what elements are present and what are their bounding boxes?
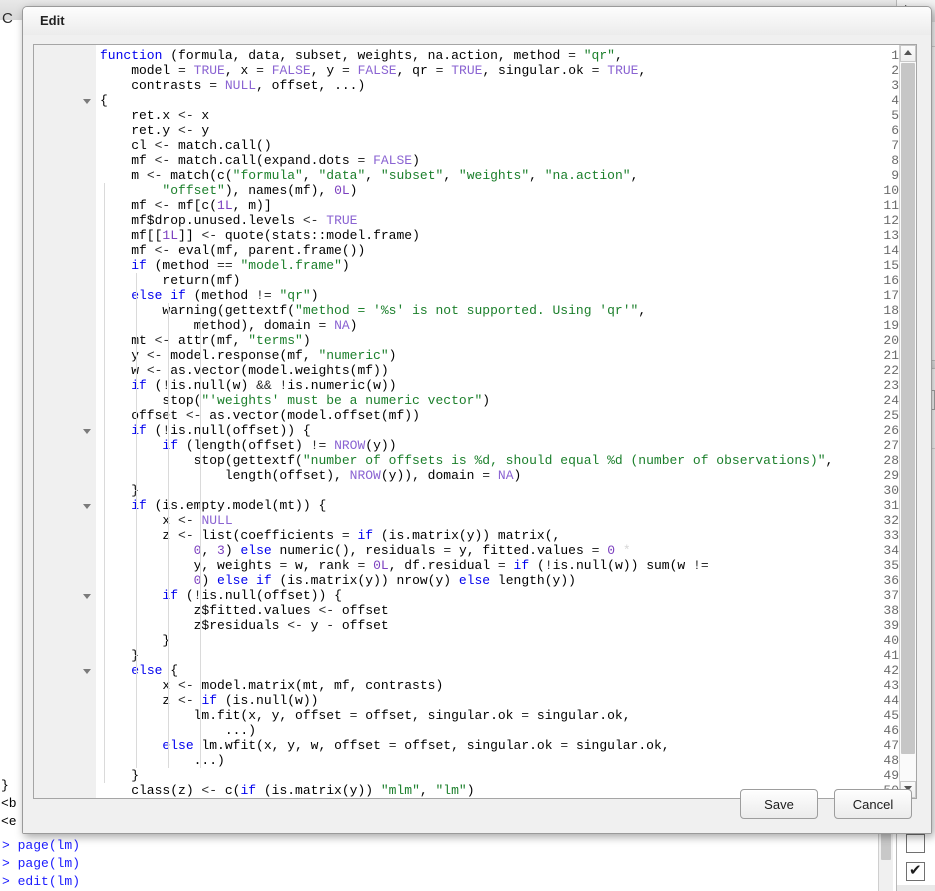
code-line[interactable]: ...) [100,753,225,768]
code-line[interactable]: } [100,648,139,663]
code-line[interactable]: stop("'weights' must be a numeric vector… [100,393,490,408]
code-line[interactable]: mt <- attr(mf, "terms") [100,333,310,348]
code-line[interactable]: contrasts = NULL, offset, ...) [100,78,365,93]
console-line: > edit(lm) [2,874,81,889]
code-line[interactable]: w <- as.vector(model.weights(mf)) [100,363,388,378]
cancel-button[interactable]: Cancel [834,789,912,819]
code-line[interactable]: method), domain = NA) [100,318,358,333]
code-line[interactable]: if (is.empty.model(mt)) { [100,498,326,513]
code-line[interactable]: x <- model.matrix(mt, mf, contrasts) [100,678,443,693]
console-line: > page(lm) [2,856,81,871]
code-line[interactable]: if (!is.null(offset)) { [100,423,310,438]
code-line[interactable]: mf <- eval(mf, parent.frame()) [100,243,365,258]
scroll-up-button[interactable] [900,45,916,62]
code-line[interactable]: model = TRUE, x = FALSE, y = FALSE, qr =… [100,63,646,78]
console-line-occluded: <e [1,814,17,829]
code-line[interactable]: offset <- as.vector(model.offset(mf)) [100,408,420,423]
fold-toggle-icon[interactable] [83,669,91,674]
option-checkbox-checked[interactable]: ✔ [906,861,925,881]
code-line[interactable]: mf[[1L]] <- quote(stats::model.frame) [100,228,420,243]
code-line[interactable]: ret.y <- y [100,123,209,138]
dialog-footer: Save Cancel [23,775,931,833]
scrollbar-track[interactable] [900,62,916,781]
code-line[interactable]: mf <- match.call(expand.dots = FALSE) [100,153,420,168]
fold-toggle-icon[interactable] [83,99,91,104]
dialog-titlebar[interactable]: Edit [23,7,931,36]
code-line[interactable]: warning(gettextf("method = '%s' is not s… [100,303,646,318]
code-line[interactable]: lm.fit(x, y, offset = offset, singular.o… [100,708,631,723]
code-line[interactable]: "offset"), names(mf), 0L) [100,183,357,198]
code-line[interactable]: if (length(offset) != NROW(y)) [100,438,396,453]
code-line[interactable]: z <- list(coefficients = if (is.matrix(y… [100,528,560,543]
indent-guide [200,318,201,768]
code-editor[interactable]: 1 2 3 4 5 6 7 8 9 10 11 12 13 14 15 16 17 18 19 20 21 22 23 24 2… [33,44,917,799]
code-line[interactable]: cl <- match.call() [100,138,271,153]
editor-gutter[interactable] [34,45,83,798]
code-line[interactable]: return(mf) [100,273,240,288]
code-line[interactable]: function (formula, data, subset, weights… [100,48,623,63]
code-line[interactable]: mf$drop.unused.levels <- TRUE [100,213,357,228]
code-line[interactable]: y, weights = w, rank = 0L, df.residual =… [100,558,709,573]
code-line[interactable]: x <- NULL [100,513,232,528]
code-line[interactable]: m <- match(c("formula", "data", "subset"… [100,168,638,183]
indent-guide [104,183,105,783]
fold-toggle-icon[interactable] [83,594,91,599]
console-line: > page(lm) [2,838,81,853]
code-line[interactable]: y <- model.response(mf, "numeric") [100,348,396,363]
dialog-title: Edit [40,13,65,28]
dialog-body: 1 2 3 4 5 6 7 8 9 10 11 12 13 14 15 16 17 18 19 20 21 22 23 24 2… [23,35,931,833]
editor-vertical-scrollbar[interactable] [899,45,916,798]
code-line[interactable]: { [100,93,108,108]
pane-bottom-strip [897,885,935,891]
code-line[interactable]: stop(gettextf("number of offsets is %d, … [100,453,834,468]
code-line[interactable]: 0) else if (is.matrix(y)) nrow(y) else l… [100,573,576,588]
indent-guide [168,303,169,768]
console-line-occluded: <b [1,796,17,811]
fold-toggle-icon[interactable] [83,429,91,434]
code-line[interactable]: if (!is.null(w) && !is.numeric(w)) [100,378,396,393]
code-line[interactable]: z$fitted.values <- offset [100,603,389,618]
edit-dialog: Edit 1 2 3 4 5 6 7 8 9 10 11 12 13 14 15 16 17 18 19 20 21 22… [22,6,932,834]
code-line[interactable]: else lm.wfit(x, y, w, offset = offset, s… [100,738,669,753]
code-line[interactable]: else { [100,663,178,678]
editor-fold-column[interactable] [82,45,96,798]
save-button[interactable]: Save [740,789,818,819]
code-line[interactable]: } [100,483,139,498]
code-line[interactable]: z <- if (is.null(w)) [100,693,318,708]
chevron-up-icon [904,50,912,55]
code-line[interactable]: mf <- mf[c(1L, m)] [100,198,271,213]
code-line[interactable]: else if (method != "qr") [100,288,318,303]
code-line[interactable]: if (method == "model.frame") [100,258,349,273]
code-line[interactable]: ...) [100,723,256,738]
scrollbar-thumb[interactable] [901,63,915,754]
code-text-area[interactable]: function (formula, data, subset, weights… [96,45,899,798]
indent-guide [136,273,137,768]
code-line[interactable]: ret.x <- x [100,108,209,123]
check-icon: ✔ [909,861,922,879]
fold-toggle-icon[interactable] [83,504,91,509]
code-line[interactable]: length(offset), NROW(y)), domain = NA) [100,468,522,483]
option-checkbox-unchecked[interactable] [906,834,925,853]
code-line[interactable]: 0, 3) else numeric(), residuals = y, fit… [100,543,631,558]
code-line[interactable]: z$residuals <- y - offset [100,618,389,633]
console-line-occluded: } [1,778,9,793]
